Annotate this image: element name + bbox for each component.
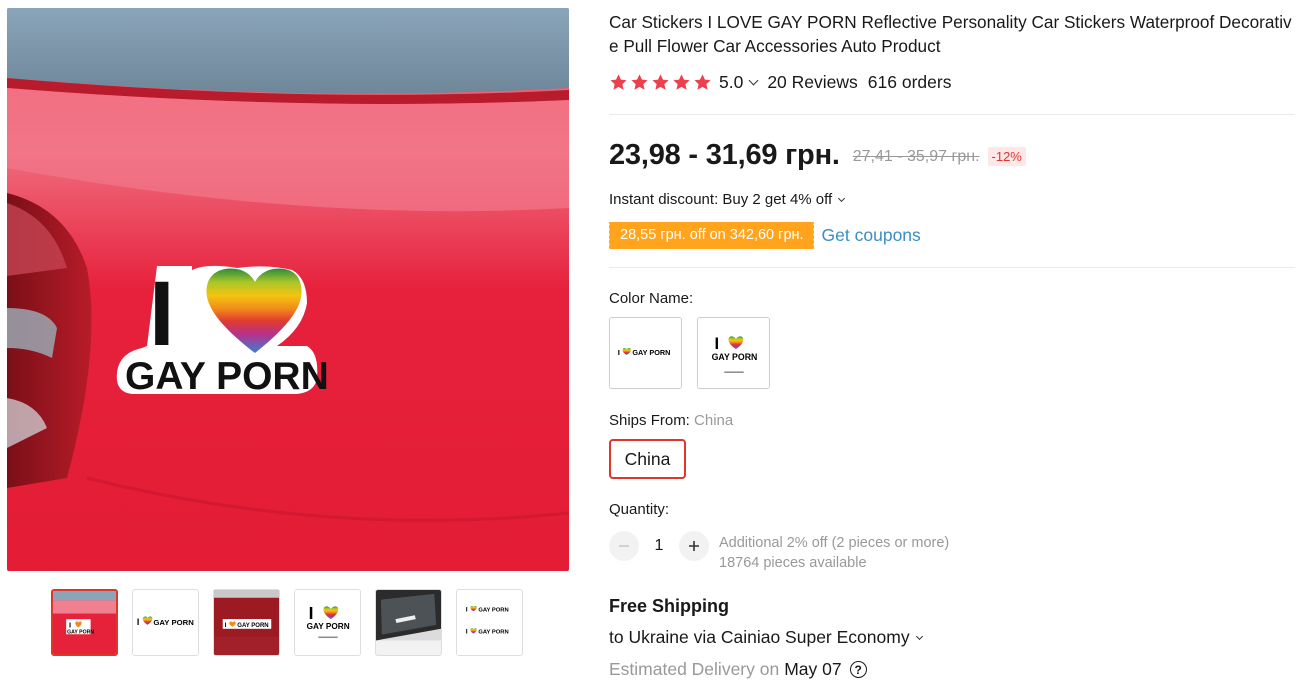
current-price: 23,98 - 31,69 грн. — [609, 138, 840, 171]
svg-text:GAY PORN: GAY PORN — [632, 348, 670, 357]
chevron-down-icon[interactable] — [748, 75, 759, 85]
svg-text:GAY PORN: GAY PORN — [478, 630, 508, 636]
minus-icon — [619, 545, 629, 547]
svg-text:GAY PORN: GAY PORN — [67, 629, 94, 635]
quantity-value[interactable]: 1 — [639, 537, 679, 555]
color-name-label: Color Name: — [609, 290, 694, 307]
free-shipping-title: Free Shipping — [609, 596, 730, 616]
svg-text:GAY PORN: GAY PORN — [712, 352, 758, 362]
estimated-delivery-label: Estimated Delivery on — [609, 659, 780, 679]
thumbnail-1[interactable]: I GAY PORN — [51, 589, 118, 656]
discount-badge: -12% — [987, 147, 1026, 166]
increase-quantity-button[interactable] — [679, 531, 709, 561]
chevron-down-icon — [915, 632, 923, 640]
svg-text:I: I — [149, 263, 175, 365]
rating-row: 5.0 20 Reviews 616 orders — [609, 71, 951, 93]
product-title: Car Stickers I LOVE GAY PORN Reflective … — [609, 12, 1292, 56]
thumbnail-6[interactable]: I GAY PORN I GAY PORN — [456, 589, 523, 656]
star-icon — [694, 73, 711, 90]
thumbnail-4[interactable]: I GAY PORN — [294, 589, 361, 656]
svg-text:GAY PORN: GAY PORN — [125, 355, 329, 398]
star-icon — [652, 73, 669, 90]
svg-text:I: I — [466, 606, 468, 613]
reviews-link[interactable]: 20 Reviews — [767, 72, 857, 93]
svg-text:I: I — [69, 621, 71, 630]
star-icon — [631, 73, 648, 90]
svg-text:I: I — [618, 348, 620, 357]
divider — [609, 267, 1295, 268]
decrease-quantity-button[interactable] — [609, 531, 639, 561]
ships-from-option-china[interactable]: China — [609, 439, 686, 479]
main-product-image[interactable]: I GAY PORN — [7, 8, 569, 571]
quantity-stepper: 1 — [609, 531, 709, 561]
ships-from-label-text: Ships From: — [609, 412, 690, 429]
star-icon — [610, 73, 627, 90]
ships-from-label: Ships From: China — [609, 412, 733, 429]
instant-discount[interactable]: Instant discount: Buy 2 get 4% off — [609, 191, 846, 208]
pieces-available-text: 18764 pieces available — [719, 555, 867, 571]
original-price: 27,41 - 35,97 грн. — [852, 148, 980, 165]
rating-value[interactable]: 5.0 — [719, 72, 743, 93]
svg-text:I: I — [225, 622, 227, 629]
car-sticker-photo: I GAY PORN — [7, 8, 569, 571]
help-icon[interactable]: ? — [849, 661, 867, 678]
coupon-row: 28,55 грн. off on 342,60 грн. Get coupon… — [608, 221, 921, 249]
orders-count: 616 orders — [867, 71, 952, 92]
coupon-badge[interactable]: 28,55 грн. off on 342,60 грн. — [608, 221, 814, 249]
quantity-note: Additional 2% off (2 pieces or more) 187… — [719, 533, 949, 573]
shipping-method[interactable]: to Ukraine via Cainiao Super Economy — [609, 627, 923, 648]
thumbnail-5[interactable] — [375, 589, 442, 656]
svg-text:I: I — [309, 603, 314, 623]
color-option-horizontal[interactable]: I GAY PORN — [609, 317, 682, 389]
svg-text:I: I — [715, 334, 720, 353]
thumbnail-2[interactable]: I GAY PORN — [132, 589, 199, 656]
additional-discount-text: Additional 2% off (2 pieces or more) — [719, 535, 950, 551]
shipping-method-text: to Ukraine via Cainiao Super Economy — [609, 627, 910, 647]
estimated-delivery: Estimated Delivery on May 07 ? — [609, 659, 867, 680]
thumbnail-3[interactable]: I GAY PORN — [213, 589, 280, 656]
svg-text:I: I — [137, 617, 139, 627]
delivery-date: May 07 — [784, 659, 842, 679]
svg-text:GAY PORN: GAY PORN — [478, 607, 508, 613]
rating-stars — [609, 73, 712, 92]
svg-text:GAY PORN: GAY PORN — [153, 618, 194, 627]
thumbnail-strip: I GAY PORN I GAY PORN I GAY PORN I GAY P — [51, 589, 523, 656]
instant-discount-text: Instant discount: Buy 2 get 4% off — [609, 191, 833, 208]
svg-text:GAY PORN: GAY PORN — [237, 623, 268, 629]
svg-text:GAY PORN: GAY PORN — [307, 622, 350, 631]
divider — [609, 114, 1295, 115]
ships-from-option-label: China — [624, 448, 671, 469]
star-icon — [673, 73, 690, 90]
chevron-down-icon — [838, 194, 846, 202]
color-option-stacked[interactable]: I GAY PORN — [697, 317, 770, 389]
get-coupons-link[interactable]: Get coupons — [822, 225, 921, 246]
ships-from-value: China — [694, 412, 734, 429]
svg-text:I: I — [466, 629, 468, 636]
price-row: 23,98 - 31,69 грн. 27,41 - 35,97 грн. -1… — [609, 137, 1026, 173]
plus-icon — [689, 541, 699, 551]
coupon-text: 28,55 грн. off on 342,60 грн. — [620, 227, 804, 243]
quantity-label: Quantity: — [609, 501, 670, 518]
